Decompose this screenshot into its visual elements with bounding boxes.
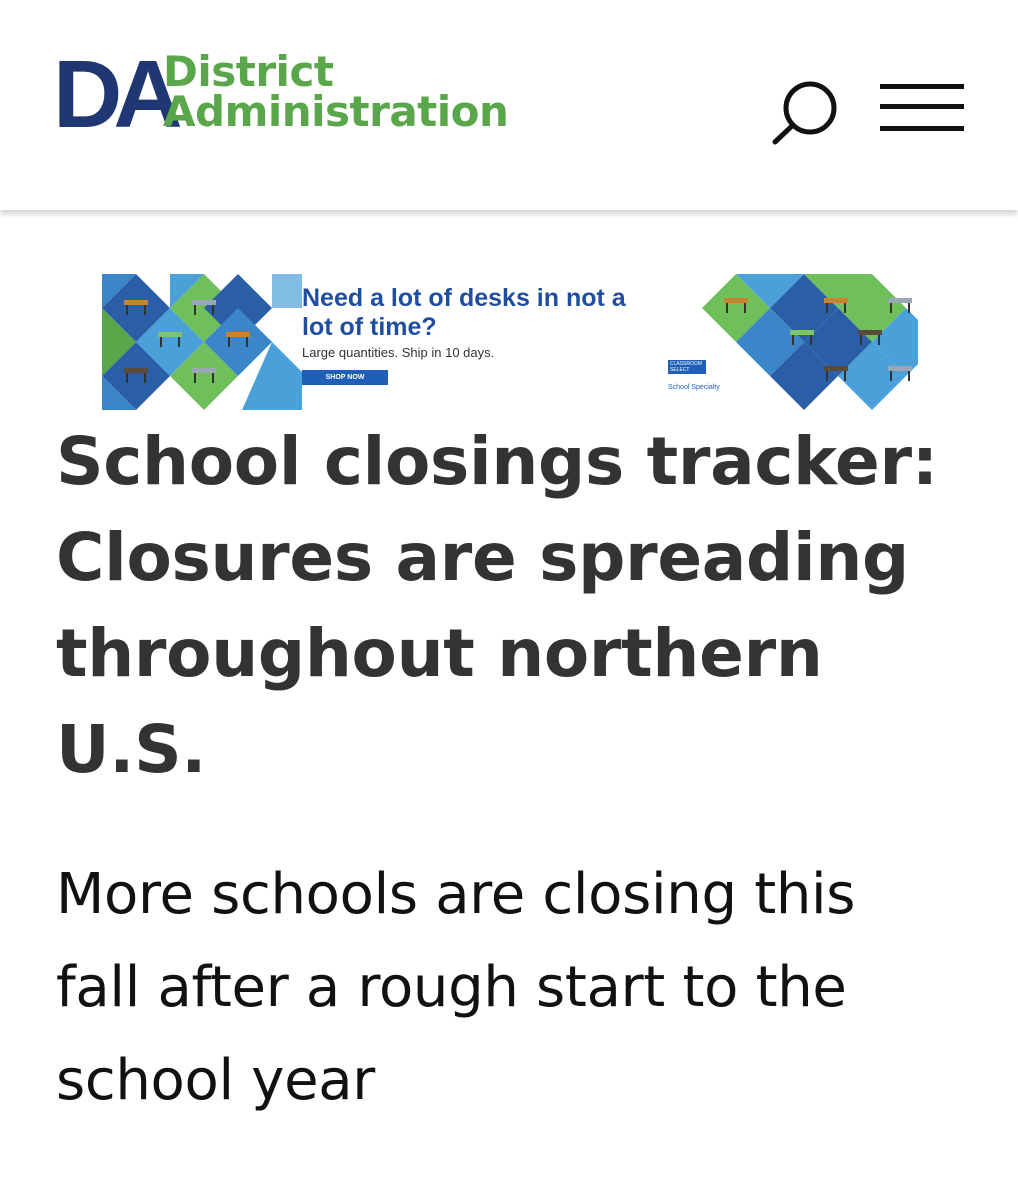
site-logo[interactable]: DA District Administration xyxy=(53,41,513,148)
site-header: DA District Administration xyxy=(0,0,1018,210)
search-icon xyxy=(772,81,837,145)
logo-line-2: Administration xyxy=(163,87,509,136)
ad-brand-line-2: School Specialty xyxy=(668,384,720,391)
ad-shop-now-button[interactable]: SHOP NOW xyxy=(302,370,388,385)
search-button[interactable] xyxy=(770,78,842,148)
ad-banner[interactable]: Need a lot of desks in not a lot of time… xyxy=(102,274,918,410)
ad-brand-line-1: CLASSROOM SELECT xyxy=(668,360,706,374)
hamburger-menu-icon-bar xyxy=(880,126,964,131)
hamburger-menu-icon-bar xyxy=(880,84,964,89)
hamburger-menu-icon-bar xyxy=(880,104,964,109)
logo-mark: DA xyxy=(53,41,183,148)
menu-button[interactable] xyxy=(880,80,966,136)
logo-line-1: District xyxy=(163,47,334,96)
ad-subtitle: Large quantities. Ship in 10 days. xyxy=(302,345,495,360)
article-headline: School closings tracker: Closures are sp… xyxy=(56,423,938,788)
article-dek: More schools are closing this fall after… xyxy=(56,862,856,1113)
logo-wordmark: District Administration xyxy=(163,47,509,136)
ad-title: Need a lot of desks in not a lot of time… xyxy=(302,284,626,341)
ad-copy: Need a lot of desks in not a lot of time… xyxy=(302,284,632,385)
ad-brand: CLASSROOM SELECT School Specialty xyxy=(668,358,778,391)
